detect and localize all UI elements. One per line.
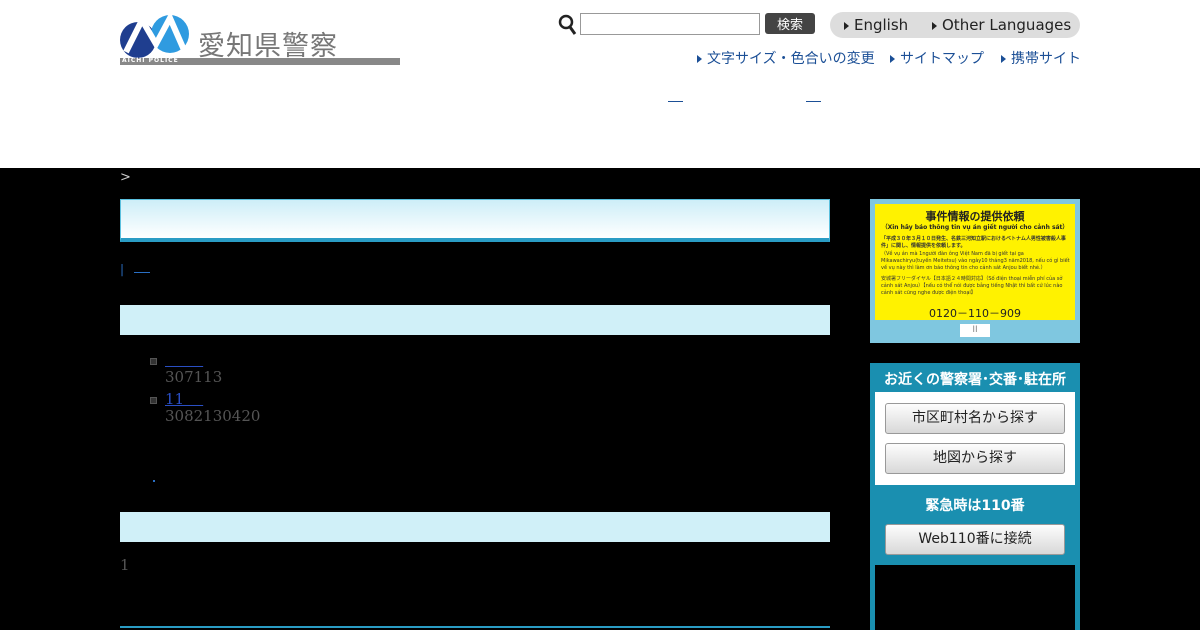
nav-link-underline[interactable] [806,101,821,102]
list-item-detail: 307113 [165,368,223,386]
search-input[interactable] [580,13,760,35]
list-bullet-icon [150,397,157,404]
search-by-map-button[interactable]: 地図から探す [885,443,1065,474]
search-icon [558,14,577,35]
page-links: | [120,262,150,276]
sitemap-link[interactable]: サイトマップ [890,48,984,68]
sitemap-label: サイトマップ [900,51,984,67]
triangle-right-icon [1001,55,1006,63]
aichi-police-emblem-icon [120,14,189,58]
pause-button[interactable]: II [960,324,990,337]
banner-content: 事件情報の提供依頼 （Xin hãy báo thông tin vụ án g… [875,204,1075,320]
list-item-link[interactable] [165,351,203,369]
sidebar-media-panel [875,565,1075,630]
banner-paragraph: 「平成３０年３月１０日発生、名鉄三河知立駅におけるベトナム人男性被害殺人事件」に… [881,236,1066,249]
text-size-color-link[interactable]: 文字サイズ・色合いの変更 [697,48,875,68]
case-info-banner[interactable]: 事件情報の提供依頼 （Xin hãy báo thông tin vụ án g… [870,199,1080,343]
list-item-detail: 3082130420 [165,407,261,425]
triangle-right-icon [697,55,702,63]
nav-link-underline[interactable] [668,101,683,102]
language-english-link[interactable]: English [844,16,908,34]
site-logo[interactable]: 愛知県警察 AICHI POLICE [120,14,400,66]
breadcrumb: > [120,170,131,185]
list-item-link[interactable]: 11 [165,390,203,408]
triangle-right-icon [844,21,849,30]
language-other-link[interactable]: Other Languages [932,16,1071,34]
list-bullet-icon [150,358,157,365]
page-link[interactable] [133,262,150,273]
inline-link[interactable] [153,480,155,482]
section-heading-bar [120,305,830,335]
triangle-right-icon [932,21,937,30]
language-other-label: Other Languages [942,16,1072,34]
page-links-separator: | [120,262,125,276]
web110-connect-button[interactable]: Web110番に接続 [885,524,1065,555]
search-button[interactable]: 検索 [765,13,815,34]
site-header: 愛知県警察 AICHI POLICE 検索 English Other Lang… [0,0,1200,168]
triangle-right-icon [890,55,895,63]
mobile-site-link[interactable]: 携帯サイト [1001,48,1081,68]
search-by-city-button[interactable]: 市区町村名から探す [885,403,1065,434]
nearby-stations-title: お近くの警察署･交番･駐在所 [884,372,1066,388]
banner-paragraph: （Về vụ án mà 1người đàn ông Việt Nam đã … [881,251,1070,271]
emergency-heading: 緊急時は110番 [925,498,1025,514]
section-divider [120,626,830,628]
language-switcher: English Other Languages [830,12,1080,38]
station-search-box: 市区町村名から探す 地図から探す [875,392,1075,485]
banner-paragraph: 安城署フリーダイヤル【日本語２４時間対応】（Số điện thoại miễn… [881,276,1063,296]
mobile-site-label: 携帯サイト [1011,51,1081,67]
language-english-label: English [854,16,909,34]
nearby-stations-panel: お近くの警察署･交番･駐在所 市区町村名から探す 地図から探す 緊急時は110番… [870,363,1080,630]
body-text: 1 [120,556,130,574]
banner-phone-number: 0120－110－909 [929,307,1021,320]
section-heading-bar [120,512,830,542]
banner-subtitle: （Xin hãy báo thông tin vụ án giết người … [881,224,1069,231]
logo-subtitle: AICHI POLICE [122,57,179,64]
text-size-color-label: 文字サイズ・色合いの変更 [707,51,875,67]
page-title-box [120,199,830,242]
